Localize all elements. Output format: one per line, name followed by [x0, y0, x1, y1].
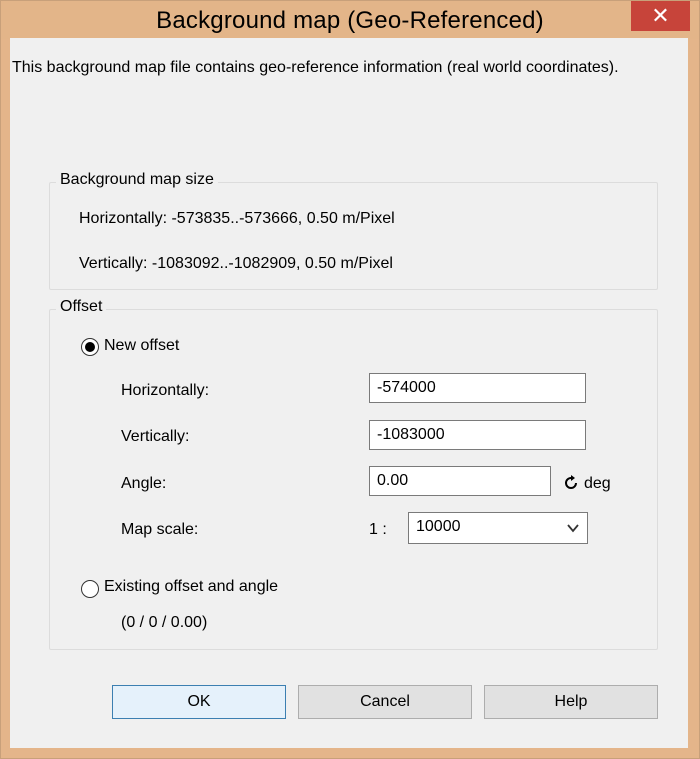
angle-label: Angle:	[121, 475, 167, 492]
new-offset-label[interactable]: New offset	[104, 337, 179, 355]
title-bar[interactable]: Background map (Geo-Referenced) ✕	[1, 1, 699, 39]
existing-offset-values: (0 / 0 / 0.00)	[121, 614, 208, 631]
help-button-label: Help	[554, 693, 588, 710]
help-button[interactable]: Help	[484, 685, 658, 719]
horizontal-offset-label: Horizontally:	[121, 382, 210, 399]
size-horizontal-text: Horizontally: -573835..-573666, 0.50 m/P…	[79, 210, 395, 227]
new-offset-radio[interactable]	[81, 338, 99, 356]
cancel-button[interactable]: Cancel	[298, 685, 472, 719]
map-scale-label: Map scale:	[121, 521, 199, 538]
vertical-offset-label: Vertically:	[121, 428, 190, 445]
window-title: Background map (Geo-Referenced)	[156, 7, 544, 34]
intro-text: This background map file contains geo-re…	[12, 59, 619, 76]
angle-input[interactable]: 0.00	[369, 466, 551, 496]
offset-label: Offset	[56, 298, 107, 316]
existing-offset-radio[interactable]	[81, 580, 99, 598]
background-map-size-group: Background map size	[49, 171, 658, 290]
chevron-down-icon	[567, 521, 579, 533]
horizontal-offset-input[interactable]: -574000	[369, 373, 586, 403]
ok-button[interactable]: OK	[112, 685, 286, 719]
map-scale-value: 10000	[416, 518, 461, 535]
map-scale-select[interactable]: 10000	[408, 512, 588, 544]
close-icon: ✕	[651, 3, 670, 28]
cancel-button-label: Cancel	[360, 693, 410, 710]
existing-offset-label[interactable]: Existing offset and angle	[104, 578, 278, 596]
background-map-size-label: Background map size	[56, 171, 218, 189]
ok-button-label: OK	[187, 693, 211, 710]
radio-selected-dot	[85, 342, 95, 352]
vertical-offset-input[interactable]: -1083000	[369, 420, 586, 450]
map-scale-prefix: 1 :	[369, 521, 387, 538]
rotate-clockwise-icon	[562, 474, 580, 492]
angle-unit-label: deg	[584, 475, 611, 492]
close-button[interactable]: ✕	[631, 1, 690, 31]
size-vertical-text: Vertically: -1083092..-1082909, 0.50 m/P…	[79, 255, 393, 272]
